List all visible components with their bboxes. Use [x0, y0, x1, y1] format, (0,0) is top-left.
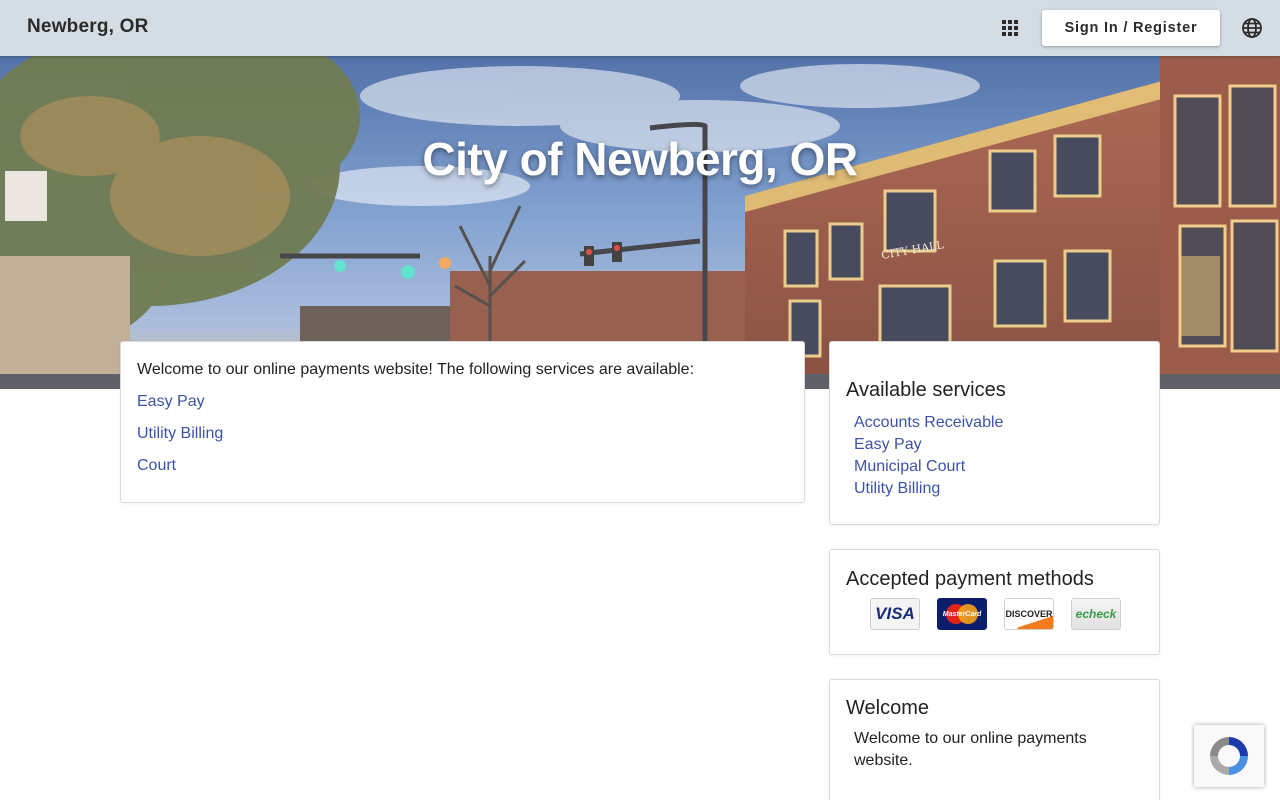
payment-methods-card: Accepted payment methods VISA MasterCard… — [829, 549, 1160, 655]
court-link[interactable]: Court — [137, 456, 788, 476]
payment-card-logos: VISA MasterCard DISCOVER echeck — [870, 598, 1121, 630]
payment-methods-title: Accepted payment methods — [846, 568, 1094, 590]
apps-grid-icon[interactable] — [998, 16, 1022, 40]
welcome-text: Welcome to our online payments website. — [854, 730, 1087, 769]
hero-banner: CITY HALL City of Newberg, OR — [0, 56, 1280, 389]
easy-pay-link[interactable]: Easy Pay — [137, 392, 788, 412]
visa-logo: VISA — [870, 598, 920, 630]
utility-billing-link[interactable]: Utility Billing — [137, 424, 788, 444]
top-bar: Newberg, OR Sign In / Register — [0, 0, 1280, 56]
sign-in-register-button[interactable]: Sign In / Register — [1042, 10, 1220, 46]
available-services-card: Available services Accounts Receivable E… — [829, 341, 1160, 525]
site-name[interactable]: Newberg, OR — [27, 16, 149, 38]
mastercard-logo: MasterCard — [937, 598, 987, 630]
welcome-title: Welcome — [846, 697, 929, 719]
echeck-logo: echeck — [1071, 598, 1121, 630]
welcome-card: Welcome Welcome to our online payments w… — [829, 679, 1160, 800]
services-welcome-card: Welcome to our online payments website! … — [120, 341, 805, 503]
service-municipal-court-link[interactable]: Municipal Court — [854, 456, 1143, 478]
service-easy-pay-link[interactable]: Easy Pay — [854, 434, 1143, 456]
services-intro-text: Welcome to our online payments website! … — [137, 361, 695, 378]
service-accounts-receivable-link[interactable]: Accounts Receivable — [854, 412, 1143, 434]
services-link-list: Easy Pay Utility Billing Court — [137, 392, 788, 476]
hero-background-image: CITY HALL — [0, 56, 1280, 389]
available-services-title: Available services — [846, 379, 1006, 401]
discover-logo: DISCOVER — [1004, 598, 1054, 630]
available-services-list: Accounts Receivable Easy Pay Municipal C… — [846, 412, 1143, 500]
recaptcha-icon — [1210, 737, 1248, 775]
globe-icon[interactable] — [1240, 16, 1264, 40]
hero-title: City of Newberg, OR — [422, 133, 858, 185]
service-utility-billing-link[interactable]: Utility Billing — [854, 478, 1143, 500]
recaptcha-badge[interactable] — [1194, 725, 1264, 787]
